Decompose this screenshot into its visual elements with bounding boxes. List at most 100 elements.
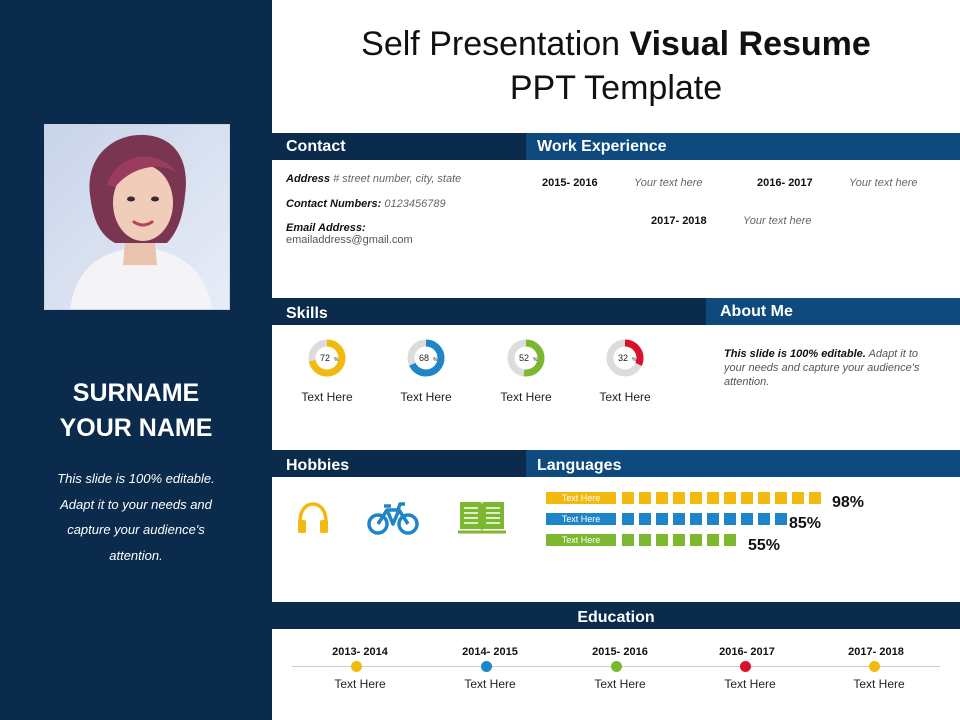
contact-numbers: Contact Numbers: 0123456789: [286, 198, 446, 210]
timeline-dot: [481, 661, 492, 672]
language-square: [792, 492, 804, 504]
skill-donut: 52 %: [507, 339, 545, 377]
numbers-value: 0123456789: [384, 198, 446, 210]
language-square: [809, 492, 821, 504]
timeline-dot: [351, 661, 362, 672]
skill-item: 32 % Text Here: [580, 338, 670, 404]
skill-donut: 72 %: [308, 339, 346, 377]
contact-header: Contact: [272, 133, 526, 160]
skill-item: 68 % Text Here: [381, 338, 471, 404]
language-square: [724, 492, 736, 504]
language-square: [622, 513, 634, 525]
language-square: [775, 513, 787, 525]
skill-value: 72: [320, 353, 330, 363]
skill-unit: %: [433, 357, 438, 363]
headphones-icon: [298, 502, 328, 533]
language-square: [758, 492, 770, 504]
bicycle-icon: [367, 502, 419, 535]
contact-email: Email Address: emailaddress@gmail.com: [286, 222, 413, 246]
language-square: [622, 492, 634, 504]
address-value: # street number, city, state: [333, 173, 462, 185]
email-value: emailaddress@gmail.com: [286, 234, 413, 246]
profile-photo: [44, 124, 230, 310]
language-square: [639, 513, 651, 525]
language-square: [690, 492, 702, 504]
language-square: [707, 534, 719, 546]
surname-text: SURNAME: [72, 379, 200, 407]
language-square: [673, 513, 685, 525]
education-text: Text Here: [594, 677, 646, 691]
education-year: 2014- 2015: [462, 646, 518, 658]
work-text-3: Your text here: [743, 215, 812, 227]
skill-value: 68: [419, 353, 429, 363]
work-year-1: 2015- 2016: [542, 177, 598, 189]
skill-label: Text Here: [500, 390, 552, 404]
language-square: [741, 492, 753, 504]
title-line2: PPT Template: [509, 69, 723, 107]
education-text: Text Here: [334, 677, 386, 691]
languages-header: Languages: [526, 450, 960, 477]
numbers-label: Contact Numbers:: [286, 198, 382, 210]
language-square: [724, 513, 736, 525]
language-square: [690, 534, 702, 546]
language-percent: 98%: [832, 494, 865, 511]
skill-label: Text Here: [599, 390, 651, 404]
timeline-dot: [611, 661, 622, 672]
language-square: [656, 534, 668, 546]
language-square: [639, 492, 651, 504]
education-text: Text Here: [724, 677, 776, 691]
about-me-text: This slide is 100% editable. Adapt it to…: [724, 347, 924, 389]
language-square: [639, 534, 651, 546]
language-square: [622, 534, 634, 546]
language-percent: 85%: [789, 515, 822, 532]
language-square: [707, 492, 719, 504]
timeline-dot: [740, 661, 751, 672]
hobbies-header: Hobbies: [272, 450, 526, 477]
address-label: Address: [286, 173, 331, 185]
education-text: Text Here: [464, 677, 516, 691]
language-square: [673, 492, 685, 504]
about-me-header: About Me: [706, 298, 960, 325]
language-square: [656, 513, 668, 525]
skill-label: Text Here: [400, 390, 452, 404]
work-text-1: Your text here: [634, 177, 703, 189]
skill-unit: %: [334, 357, 339, 363]
education-text: Text Here: [853, 677, 905, 691]
work-text-2: Your text here: [849, 177, 918, 189]
book-icon: [458, 502, 506, 534]
language-square: [673, 534, 685, 546]
email-label: Email Address:: [286, 222, 366, 234]
language-square: [724, 534, 736, 546]
language-square: [656, 492, 668, 504]
education-year: 2013- 2014: [332, 646, 388, 658]
skill-unit: %: [632, 357, 637, 363]
your-name-text: YOUR NAME: [59, 414, 213, 442]
education-year: 2015- 2016: [592, 646, 648, 658]
skills-header: Skills: [272, 298, 706, 325]
education-header: Education: [272, 602, 960, 629]
language-square: [690, 513, 702, 525]
language-tag: Text Here: [546, 492, 616, 504]
language-bar: [622, 534, 736, 546]
language-tag: Text Here: [546, 513, 616, 525]
skill-label: Text Here: [301, 390, 353, 404]
page-title: Self Presentation Visual Resume PPT Temp…: [272, 22, 960, 110]
title-part2: Visual Resume: [629, 25, 871, 63]
title-part1: Self Presentation: [361, 25, 630, 63]
sidebar-description: This slide is 100% editable. Adapt it to…: [57, 471, 215, 563]
person-name: SURNAME YOUR NAME: [0, 376, 272, 446]
skill-item: 52 % Text Here: [481, 338, 571, 404]
work-experience-header: Work Experience: [526, 133, 960, 160]
timeline-dot: [869, 661, 880, 672]
skill-donut: 68 %: [407, 339, 445, 377]
work-year-3: 2017- 2018: [651, 215, 707, 227]
education-year: 2017- 2018: [848, 646, 904, 658]
skill-donut: 32 %: [606, 339, 644, 377]
skill-item: 72 % Text Here: [282, 338, 372, 404]
language-square: [707, 513, 719, 525]
language-bar: [622, 492, 821, 504]
language-square: [741, 513, 753, 525]
skill-unit: %: [533, 357, 538, 363]
education-year: 2016- 2017: [719, 646, 775, 658]
skill-value: 52: [519, 353, 529, 363]
